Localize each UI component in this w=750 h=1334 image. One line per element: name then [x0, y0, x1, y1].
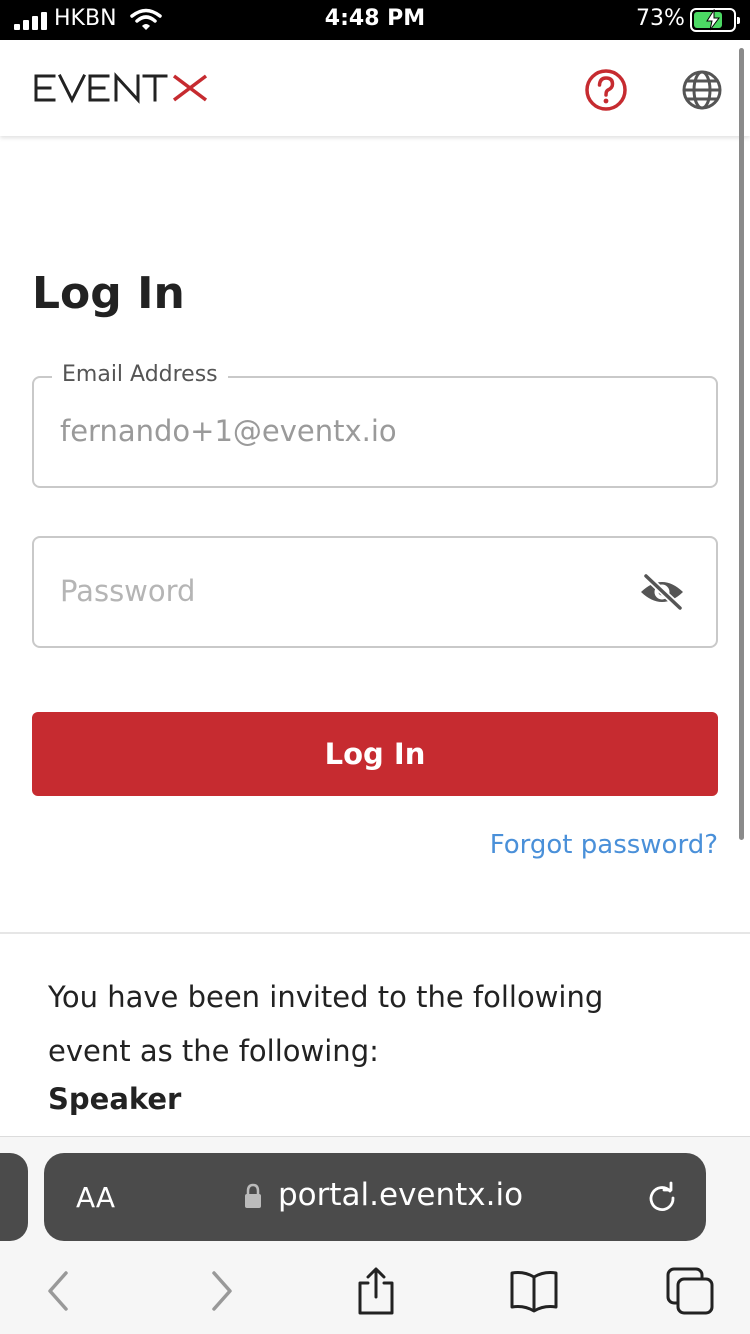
- app-header: [0, 40, 750, 136]
- scroll-indicator[interactable]: [739, 48, 744, 840]
- help-icon[interactable]: [584, 68, 628, 112]
- tabs-icon[interactable]: [664, 1267, 716, 1315]
- email-input[interactable]: [60, 414, 620, 448]
- login-button[interactable]: Log In: [32, 712, 718, 796]
- section-divider: [0, 932, 750, 934]
- password-input[interactable]: [60, 574, 620, 608]
- email-label: Email Address: [52, 362, 228, 387]
- browser-bottom-bar: AA portal.eventx.io: [0, 1136, 750, 1334]
- forgot-password-link[interactable]: Forgot password?: [490, 830, 718, 860]
- invite-role: Speaker: [48, 1082, 182, 1116]
- bookmarks-icon[interactable]: [508, 1267, 560, 1315]
- share-icon[interactable]: [350, 1267, 402, 1315]
- battery-icon: [690, 8, 740, 32]
- globe-icon[interactable]: [680, 68, 724, 112]
- battery-percentage: 73%: [636, 6, 685, 31]
- email-field[interactable]: Email Address: [32, 362, 718, 488]
- reload-icon[interactable]: [646, 1181, 678, 1213]
- browser-toolbar: [0, 1263, 750, 1323]
- status-bar: HKBN 4:48 PM 73%: [0, 0, 750, 40]
- eye-off-icon[interactable]: [638, 572, 686, 612]
- page-title: Log In: [32, 268, 185, 319]
- back-icon[interactable]: [34, 1267, 86, 1315]
- forward-icon[interactable]: [194, 1267, 246, 1315]
- invite-message: You have been invited to the following e…: [48, 980, 604, 1068]
- eventx-logo[interactable]: [32, 68, 212, 108]
- address-bar[interactable]: AA portal.eventx.io: [44, 1153, 706, 1241]
- password-field[interactable]: [32, 536, 718, 648]
- lock-icon: [245, 1183, 261, 1208]
- url-text[interactable]: portal.eventx.io: [278, 1177, 523, 1213]
- previous-tab-preview[interactable]: [0, 1153, 28, 1241]
- text-size-button[interactable]: AA: [76, 1181, 115, 1214]
